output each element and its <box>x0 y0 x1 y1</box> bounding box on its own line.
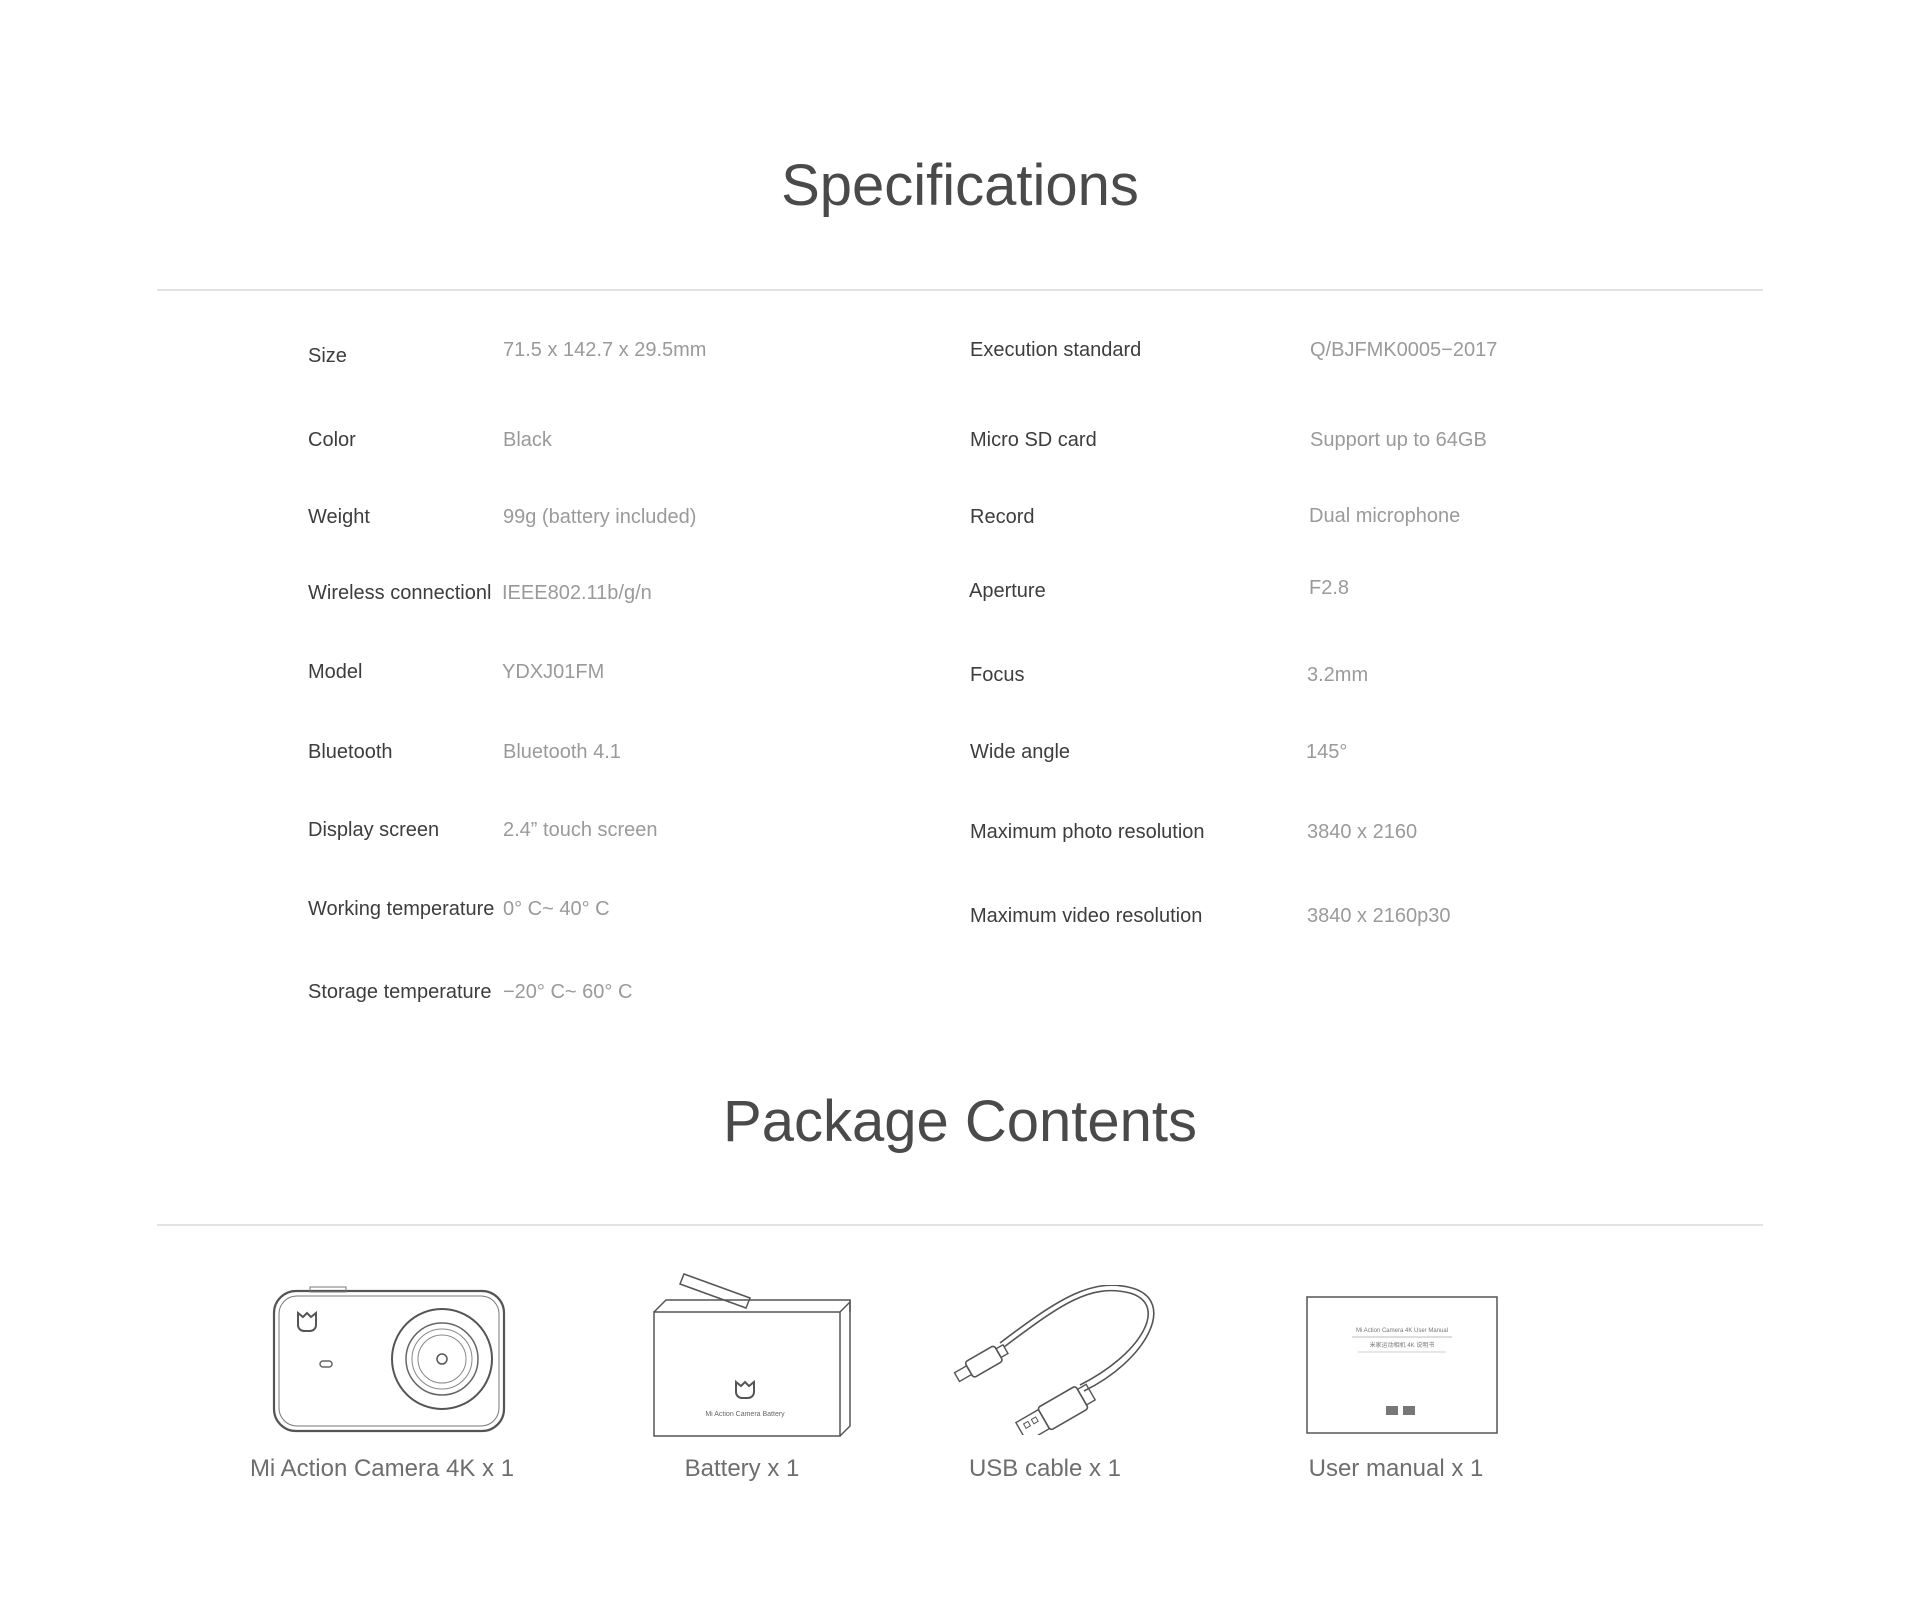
spec-label-storage-temp: Storage temperature <box>308 981 492 1003</box>
spec-label-execution-standard: Execution standard <box>970 339 1142 361</box>
spec-label-weight: Weight <box>308 506 370 528</box>
spec-value-bluetooth: Bluetooth 4.1 <box>503 741 621 763</box>
spec-value-model: YDXJ01FM <box>502 661 605 683</box>
section-divider <box>157 1224 1763 1226</box>
spec-label-max-photo: Maximum photo resolution <box>970 821 1205 843</box>
spec-value-color: Black <box>503 429 552 451</box>
usb-cable-icon <box>940 1285 1170 1435</box>
manual-subtitle-text: 米家运动相机 4K 说明书 <box>1370 1341 1435 1349</box>
camera-icon <box>270 1285 510 1435</box>
spec-value-max-video: 3840 x 2160p30 <box>1307 905 1451 927</box>
spec-value-execution-standard: Q/BJFMK0005−2017 <box>1310 339 1498 361</box>
package-item-label-camera: Mi Action Camera 4K x 1 <box>249 1455 515 1482</box>
spec-value-storage-temp: −20° C~ 60° C <box>503 981 633 1003</box>
spec-label-model: Model <box>308 661 363 683</box>
spec-value-size: 71.5 x 142.7 x 29.5mm <box>503 339 707 361</box>
spec-value-focus: 3.2mm <box>1307 664 1369 686</box>
specifications-title: Specifications <box>781 153 1139 218</box>
spec-value-wide-angle: 145° <box>1306 741 1348 763</box>
spec-value-record: Dual microphone <box>1309 505 1461 527</box>
package-contents-title: Package Contents <box>723 1089 1197 1154</box>
package-item-label-user-manual: User manual x 1 <box>1308 1455 1484 1482</box>
spec-value-working-temp: 0° C~ 40° C <box>503 898 610 920</box>
spec-label-size: Size <box>308 345 347 367</box>
spec-label-wireless: Wireless connectionl <box>308 582 492 604</box>
spec-label-wide-angle: Wide angle <box>970 741 1071 763</box>
spec-value-micro-sd: Support up to 64GB <box>1310 429 1487 451</box>
spec-label-color: Color <box>308 429 356 451</box>
spec-label-bluetooth: Bluetooth <box>308 741 393 763</box>
spec-value-max-photo: 3840 x 2160 <box>1307 821 1418 843</box>
section-divider <box>157 289 1763 291</box>
spec-value-weight: 99g (battery included) <box>503 506 697 528</box>
spec-label-working-temp: Working temperature <box>308 898 495 920</box>
spec-label-max-video: Maximum video resolution <box>970 905 1203 927</box>
spec-value-display: 2.4” touch screen <box>503 819 658 841</box>
manual-title-text: Mi Action Camera 4K User Manual <box>1356 1328 1448 1334</box>
spec-label-aperture: Aperture <box>969 580 1046 602</box>
spec-value-wireless: IEEE802.11b/g/n <box>502 582 652 604</box>
battery-box-icon: Mi Action Camera Battery <box>650 1268 860 1438</box>
spec-label-focus: Focus <box>970 664 1025 686</box>
spec-value-aperture: F2.8 <box>1309 577 1350 599</box>
battery-box-text: Mi Action Camera Battery <box>705 1411 785 1418</box>
user-manual-icon: Mi Action Camera 4K User Manual 米家运动相机 4… <box>1306 1296 1500 1436</box>
spec-label-record: Record <box>970 506 1035 528</box>
spec-label-display: Display screen <box>308 819 440 841</box>
spec-label-micro-sd: Micro SD card <box>970 429 1097 451</box>
package-item-label-usb-cable: USB cable x 1 <box>968 1455 1122 1482</box>
